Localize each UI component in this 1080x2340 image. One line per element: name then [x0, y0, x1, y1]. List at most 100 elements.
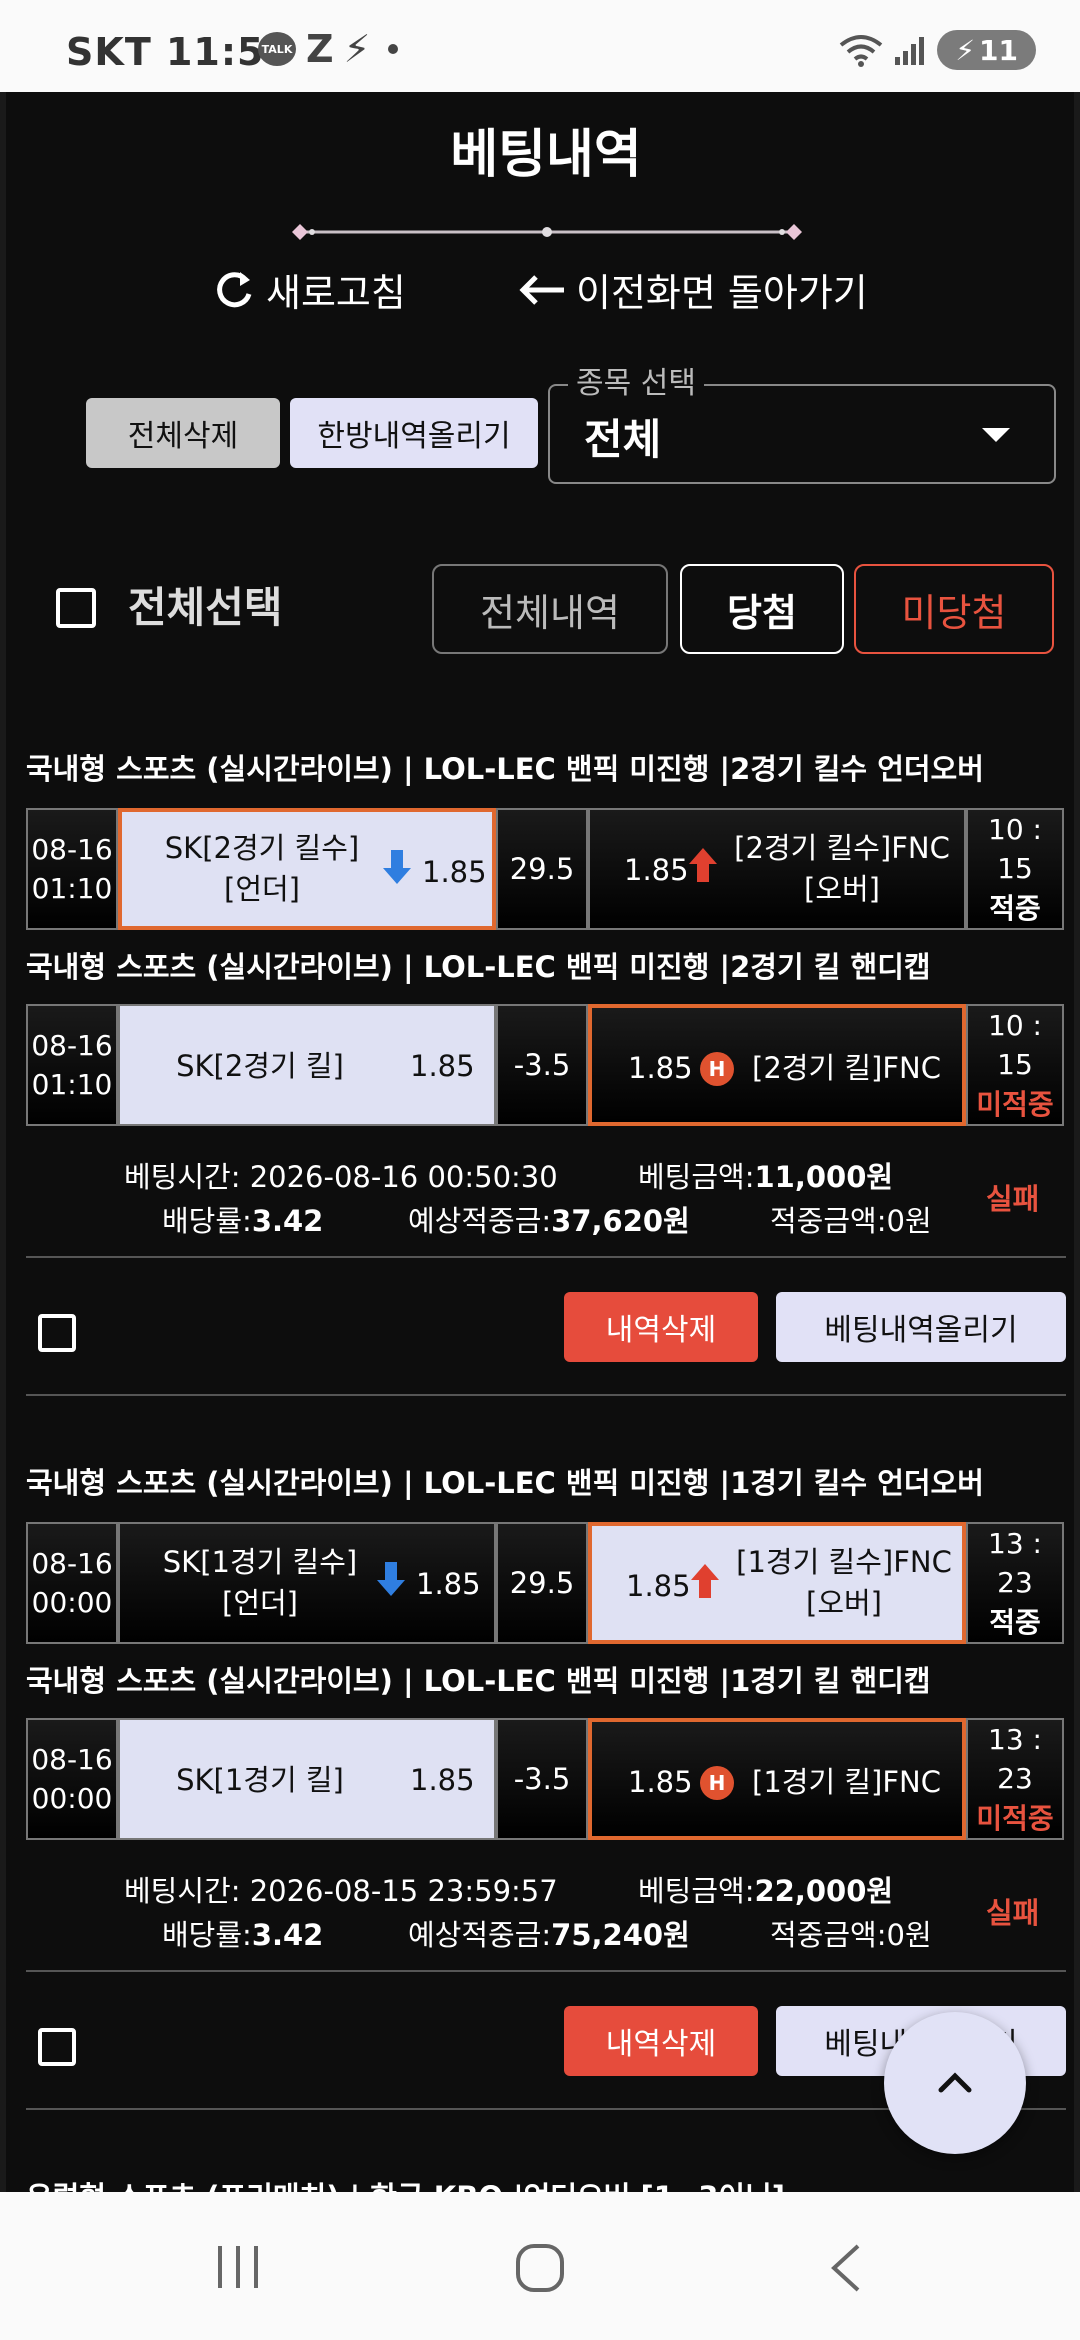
bet-1-pick-1-row: 08-16 01:10 SK[2경기 킬수] [언더] 1.85 29.5 1.85…	[26, 808, 1064, 930]
bet-2-pick-2-header: 국내형 스포츠 (실시간라이브) | LOL-LEC 밴픽 미진행 |1경기 킬…	[26, 1664, 931, 1698]
line-value: 29.5	[496, 808, 588, 930]
line-value: -3.5	[496, 1718, 588, 1840]
upload-history-button[interactable]: 베팅내역올리기	[776, 1292, 1066, 1362]
bet-odds: 배당률:3.42	[162, 1918, 324, 1952]
divider	[26, 1256, 1066, 1258]
away-pick-cell[interactable]: 1.85 [1경기 킬수]FNC [오버]	[588, 1522, 966, 1644]
away-pick-cell[interactable]: 1.85 H [1경기 킬]FNC	[588, 1718, 966, 1840]
wifi-icon	[840, 35, 883, 67]
result-status: 미적중	[976, 1087, 1054, 1121]
arrow-up-icon	[691, 1564, 719, 1598]
home-team-label: SK[1경기 킬수]	[162, 1545, 358, 1580]
away-odds: 1.85	[628, 1765, 693, 1799]
back-nav-button[interactable]	[826, 2242, 866, 2294]
charging-icon: ⚡	[955, 33, 976, 67]
refresh-label: 새로고침	[266, 271, 406, 315]
kakaotalk-icon: TALK	[258, 32, 296, 66]
won-amount: 적중금액:0원	[770, 1918, 932, 1952]
refresh-icon	[217, 271, 252, 307]
tab-win[interactable]: 당첨	[680, 564, 844, 654]
score: 13 : 23	[988, 1527, 1042, 1600]
home-team-label: SK[2경기 킬]	[176, 1049, 344, 1083]
home-pick-cell[interactable]: SK[2경기 킬] 1.85	[118, 1004, 496, 1126]
bet-time: 베팅시간: 2026-08-16 00:50:30	[124, 1160, 558, 1194]
bet-1-checkbox[interactable]	[38, 1314, 76, 1352]
select-all-checkbox[interactable]	[56, 588, 96, 628]
home-pick-cell[interactable]: SK[1경기 킬수] [언더] 1.85	[118, 1522, 496, 1644]
home-pick-cell[interactable]: SK[1경기 킬] 1.85	[118, 1718, 496, 1840]
home-team-label: SK[1경기 킬]	[176, 1763, 344, 1797]
home-odds: 1.85	[410, 1049, 475, 1083]
delete-all-button[interactable]: 전체삭제	[86, 398, 280, 468]
system-nav-bar	[0, 2192, 1080, 2340]
delete-history-button[interactable]: 내역삭제	[564, 2006, 758, 2076]
home-team-label: SK[2경기 킬수]	[164, 831, 360, 866]
home-odds: 1.85	[422, 855, 487, 889]
divider	[26, 1394, 1066, 1396]
match-datetime: 08-16 01:10	[26, 1004, 118, 1126]
away-team-label: [2경기 킬]FNC	[752, 1051, 941, 1085]
arrow-left-icon	[519, 274, 564, 305]
bet-amount: 베팅금액:11,000원	[638, 1160, 894, 1194]
upload-combo-button[interactable]: 한방내역올리기	[290, 398, 538, 468]
line-value: -3.5	[496, 1004, 588, 1126]
bolt-icon: ⚡	[343, 27, 371, 71]
away-odds: 1.85	[628, 1051, 693, 1085]
bet-2-pick-1-header: 국내형 스포츠 (실시간라이브) | LOL-LEC 밴픽 미진행 |1경기 킬…	[26, 1466, 984, 1500]
battery-indicator: ⚡ 11	[937, 30, 1036, 70]
arrow-down-icon	[383, 850, 411, 884]
handicap-icon: H	[700, 1052, 734, 1086]
won-amount: 적중금액:0원	[770, 1204, 932, 1238]
arrow-up-icon	[689, 848, 717, 882]
score: 10 : 15	[988, 813, 1042, 886]
delete-history-button[interactable]: 내역삭제	[564, 1292, 758, 1362]
chevron-up-icon	[938, 2072, 972, 2093]
ornament-divider	[292, 224, 802, 240]
match-result: 13 : 23 미적중	[966, 1718, 1064, 1840]
away-team-label: [1경기 킬]FNC	[752, 1765, 941, 1799]
sport-select[interactable]: 종목 선택 전체	[548, 358, 1056, 484]
home-odds: 1.85	[416, 1567, 481, 1601]
sport-select-label: 종목 선택	[568, 358, 704, 402]
away-pick-cell[interactable]: 1.85 H [2경기 킬]FNC	[588, 1004, 966, 1126]
more-notifications-icon	[388, 44, 399, 54]
result-status: 적중	[989, 891, 1041, 925]
home-pick-cell[interactable]: SK[2경기 킬수] [언더] 1.85	[118, 808, 496, 930]
result-status: 적중	[989, 1605, 1041, 1639]
scroll-top-button[interactable]	[884, 2012, 1026, 2154]
bet-2-checkbox[interactable]	[38, 2028, 76, 2066]
notification-icons: TALK Z ⚡	[258, 27, 399, 71]
back-button[interactable]: 이전화면 돌아가기	[518, 262, 868, 317]
refresh-button[interactable]: 새로고침	[212, 262, 406, 317]
tab-lose[interactable]: 미당첨	[854, 564, 1054, 654]
tab-all-history[interactable]: 전체내역	[432, 564, 668, 654]
divider	[26, 1970, 1066, 1972]
away-team-option: [오버]	[806, 1586, 882, 1620]
sport-select-value: 전체	[584, 415, 662, 464]
bet-3-pick-1-header: 유럽형 스포츠 (프리매치) | 한국 KBO |언더오버 [1~3이닝]	[26, 2174, 785, 2192]
chevron-down-icon	[982, 428, 1010, 442]
away-pick-cell[interactable]: 1.85 [2경기 킬수]FNC [오버]	[588, 808, 966, 930]
signal-icon	[895, 37, 925, 65]
bet-2-pick-2-row: 08-16 00:00 SK[1경기 킬] 1.85 -3.5 1.85 H [1…	[26, 1718, 1064, 1840]
match-result: 13 : 23 적중	[966, 1522, 1064, 1644]
home-button[interactable]	[514, 2242, 566, 2294]
score: 10 : 15	[988, 1009, 1042, 1082]
recent-apps-button[interactable]	[214, 2242, 264, 2292]
home-team-option: [언더]	[222, 1586, 298, 1620]
line-value: 29.5	[496, 1522, 588, 1644]
status-badge: 실패	[986, 1896, 1040, 1930]
home-team-option: [언더]	[224, 872, 300, 906]
betting-history-screen: 베팅내역 새로고침 이전화면 돌아가기 전체삭제 한방내역올리기 종목 선택 전…	[0, 92, 1080, 2192]
zeta-icon: Z	[306, 27, 334, 71]
expected-payout: 예상적중금:75,240원	[408, 1918, 690, 1952]
bet-2-pick-1-row: 08-16 00:00 SK[1경기 킬수] [언더] 1.85 29.5 1.85…	[26, 1522, 1064, 1644]
match-datetime: 08-16 01:10	[26, 808, 118, 930]
away-team-option: [오버]	[804, 872, 880, 906]
result-status: 미적중	[976, 1801, 1054, 1835]
select-all-label: 전체선택	[128, 583, 283, 632]
away-odds: 1.85	[624, 853, 689, 887]
away-odds: 1.85	[626, 1569, 691, 1603]
back-label: 이전화면 돌아가기	[576, 271, 868, 315]
match-datetime: 08-16 00:00	[26, 1718, 118, 1840]
